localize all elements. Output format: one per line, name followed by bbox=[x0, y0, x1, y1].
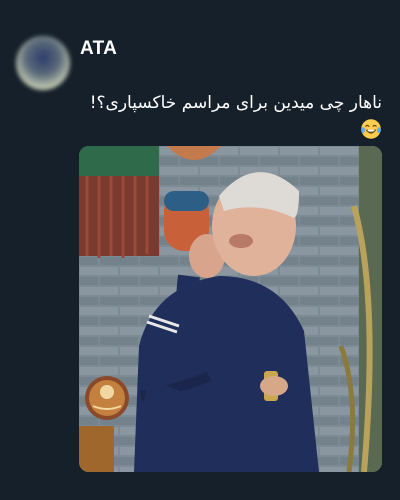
photo-illustration bbox=[79, 146, 382, 472]
tweet-text: ناهار چی میدین برای مراسم خاکسپاری؟! bbox=[52, 90, 382, 142]
tweet-text-line: ناهار چی میدین برای مراسم خاکسپاری؟! bbox=[89, 93, 382, 113]
tweet-card[interactable]: ATA ناهار چی میدین برای مراسم خاکسپاری؟! bbox=[0, 0, 400, 500]
tweet-media-image[interactable] bbox=[79, 146, 382, 472]
author-name[interactable]: ATA bbox=[80, 38, 117, 60]
user-avatar[interactable] bbox=[16, 36, 70, 90]
tweet-emoji-line bbox=[52, 116, 382, 142]
laughing-emoji-icon bbox=[361, 119, 381, 139]
